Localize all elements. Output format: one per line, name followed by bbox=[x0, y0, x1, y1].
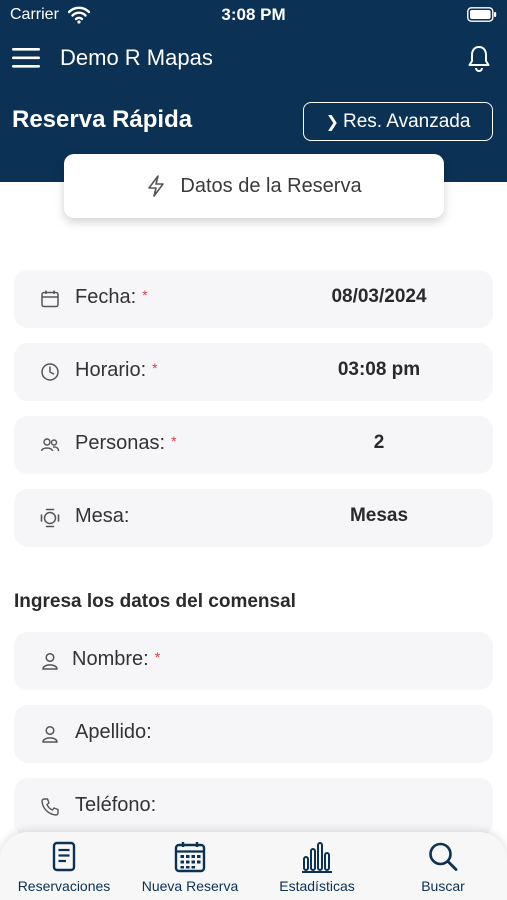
first-name-field[interactable]: Nombre: * bbox=[14, 632, 493, 690]
date-label: Fecha: * bbox=[75, 286, 148, 308]
guests-label: Personas: * bbox=[75, 432, 177, 454]
battery-icon bbox=[467, 7, 497, 22]
document-icon bbox=[52, 841, 76, 872]
people-icon bbox=[40, 438, 60, 452]
search-icon bbox=[429, 842, 458, 871]
tab-label: Datos de la Reserva bbox=[180, 174, 362, 197]
calendar-grid-icon bbox=[174, 842, 206, 873]
tab-buscar-label: Buscar bbox=[421, 878, 465, 894]
time-label: Horario: * bbox=[75, 359, 158, 381]
advanced-reservation-label: Res. Avanzada bbox=[342, 110, 471, 132]
tab-estadisticas[interactable]: Estadísticas bbox=[262, 840, 372, 898]
tab-nueva-reserva-label: Nueva Reserva bbox=[141, 878, 239, 894]
app-title: Demo R Mapas bbox=[60, 45, 213, 70]
advanced-reservation-button[interactable]: ❯ Res. Avanzada bbox=[303, 102, 493, 141]
clock-icon bbox=[41, 363, 59, 381]
tab-buscar[interactable]: Buscar bbox=[388, 840, 498, 898]
nav-bar: Demo R Mapas bbox=[0, 38, 507, 78]
table-icon bbox=[40, 508, 60, 528]
first-name-label: Nombre: * bbox=[72, 648, 161, 670]
last-name-label: Apellido: bbox=[75, 721, 152, 743]
phone-icon bbox=[41, 798, 59, 816]
guest-section-heading: Ingresa los datos del comensal bbox=[14, 591, 296, 612]
tab-reservaciones[interactable]: Reservaciones bbox=[8, 840, 120, 898]
time-field[interactable]: Horario: * 03:08 pm bbox=[14, 343, 493, 401]
tab-reservation-data[interactable]: Datos de la Reserva bbox=[64, 154, 444, 218]
last-name-field[interactable]: Apellido: bbox=[14, 705, 493, 763]
calendar-icon bbox=[41, 290, 59, 308]
bottom-tab-bar: Reservaciones Nueva Reserva Estadísticas… bbox=[0, 832, 507, 900]
notification-bell-icon[interactable] bbox=[466, 44, 492, 72]
table-value: Mesas bbox=[349, 505, 409, 526]
lightning-icon bbox=[148, 175, 165, 197]
time-value: 03:08 pm bbox=[337, 359, 421, 380]
tab-estadisticas-label: Estadísticas bbox=[279, 878, 355, 894]
tab-nueva-reserva[interactable]: Nueva Reserva bbox=[134, 840, 246, 898]
page-title: Reserva Rápida bbox=[12, 106, 193, 133]
chevron-right-icon: ❯ bbox=[325, 113, 339, 131]
phone-label: Teléfono: bbox=[75, 794, 157, 816]
bar-chart-icon bbox=[302, 842, 332, 873]
table-field[interactable]: Mesa: Mesas bbox=[14, 489, 493, 547]
status-bar: Carrier 3:08 PM bbox=[0, 0, 507, 32]
guests-value: 2 bbox=[373, 432, 385, 453]
phone-field[interactable]: Teléfono: bbox=[14, 778, 493, 836]
hamburger-menu-icon[interactable] bbox=[12, 46, 42, 70]
status-time: 3:08 PM bbox=[221, 5, 286, 24]
table-label: Mesa: bbox=[75, 505, 130, 527]
person-icon bbox=[42, 652, 58, 670]
tab-reservaciones-label: Reservaciones bbox=[17, 878, 111, 894]
person-icon bbox=[42, 725, 58, 743]
date-field[interactable]: Fecha: * 08/03/2024 bbox=[14, 270, 493, 328]
guests-field[interactable]: Personas: * 2 bbox=[14, 416, 493, 474]
date-value: 08/03/2024 bbox=[331, 286, 427, 307]
